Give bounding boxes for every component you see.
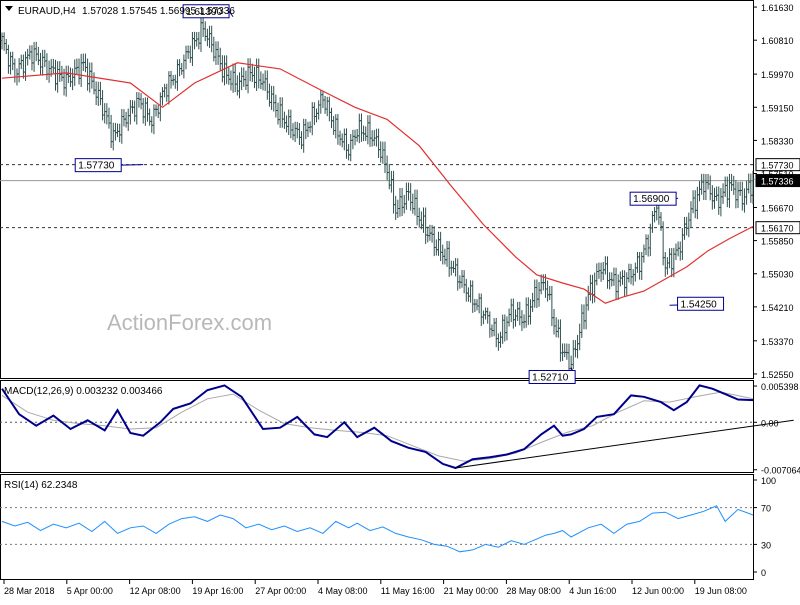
price-level-label: 1.57336 (761, 177, 794, 187)
chart-canvas: 1.613901.577301.569001.542501.52710 MACD… (0, 0, 800, 600)
rsi-axis-label: 100 (761, 476, 776, 486)
time-axis-label: 12 Jun 00:00 (632, 586, 684, 596)
price-axis-label: 1.54210 (761, 303, 794, 313)
annotation-label: 1.52710 (532, 372, 569, 383)
watermark: ActionForex.com (107, 310, 272, 335)
price-axis-label: 1.56670 (761, 203, 794, 213)
time-axis-label: 21 May 00:00 (444, 586, 499, 596)
time-axis-label: 5 Apr 00:00 (67, 586, 113, 596)
price-axis-label: 1.52550 (761, 370, 794, 380)
price-axis-label: 1.60810 (761, 36, 794, 46)
price-axis-label: 1.58330 (761, 136, 794, 146)
price-axis-label: 1.59150 (761, 103, 794, 113)
price-level-label: 1.56170 (761, 224, 794, 234)
time-axis-label: 4 Jun 16:00 (569, 586, 616, 596)
price-axis-label: 1.61630 (761, 3, 794, 13)
price-axis-label: 1.53370 (761, 337, 794, 347)
time-axis-label: 19 Apr 16:00 (192, 586, 243, 596)
rsi-title: RSI(14) 62.2348 (4, 480, 78, 491)
annotation-label: 1.54250 (681, 299, 718, 310)
rsi-axis-label: 30 (761, 540, 771, 550)
price-axis-label: 1.55030 (761, 270, 794, 280)
rsi-axis-label: 0 (761, 568, 766, 578)
price-axis-label: 1.59970 (761, 70, 794, 80)
annotation-label: 1.57730 (78, 161, 115, 172)
macd-axis-label: 0.00 (761, 418, 779, 428)
price-level-label: 1.57730 (761, 161, 794, 171)
time-axis-label: 11 May 16:00 (381, 586, 435, 596)
chart-window: 1.61390 1.57730 1.56900 1.54250 1.52710 MACD… (0, 0, 800, 600)
annotation-leader (121, 164, 144, 166)
chart-header-symbol: EURAUD,H4 (18, 6, 76, 17)
time-axis-label: 28 May 08:00 (506, 586, 561, 596)
chart-header-ohlc: 1.57028 1.57545 1.56995 1.57336 (82, 6, 235, 17)
time-axis-label: 19 Jun 08:00 (695, 586, 747, 596)
macd-title: MACD(12,26,9) 0.003232 0.003466 (4, 386, 163, 397)
time-axis-label: 27 Apr 00:00 (255, 586, 306, 596)
rsi-axis-label: 70 (761, 504, 771, 514)
price-axis-label: 1.55850 (761, 237, 794, 247)
annotation-label: 1.56900 (633, 194, 670, 205)
time-axis-label: 12 Apr 08:00 (130, 586, 181, 596)
time-axis-label: 28 Mar 2018 (4, 586, 55, 596)
time-axis-label: 4 May 08:00 (318, 586, 368, 596)
macd-axis-label: 0.005398 (761, 382, 799, 392)
macd-axis-label: -0.007064 (761, 466, 800, 476)
